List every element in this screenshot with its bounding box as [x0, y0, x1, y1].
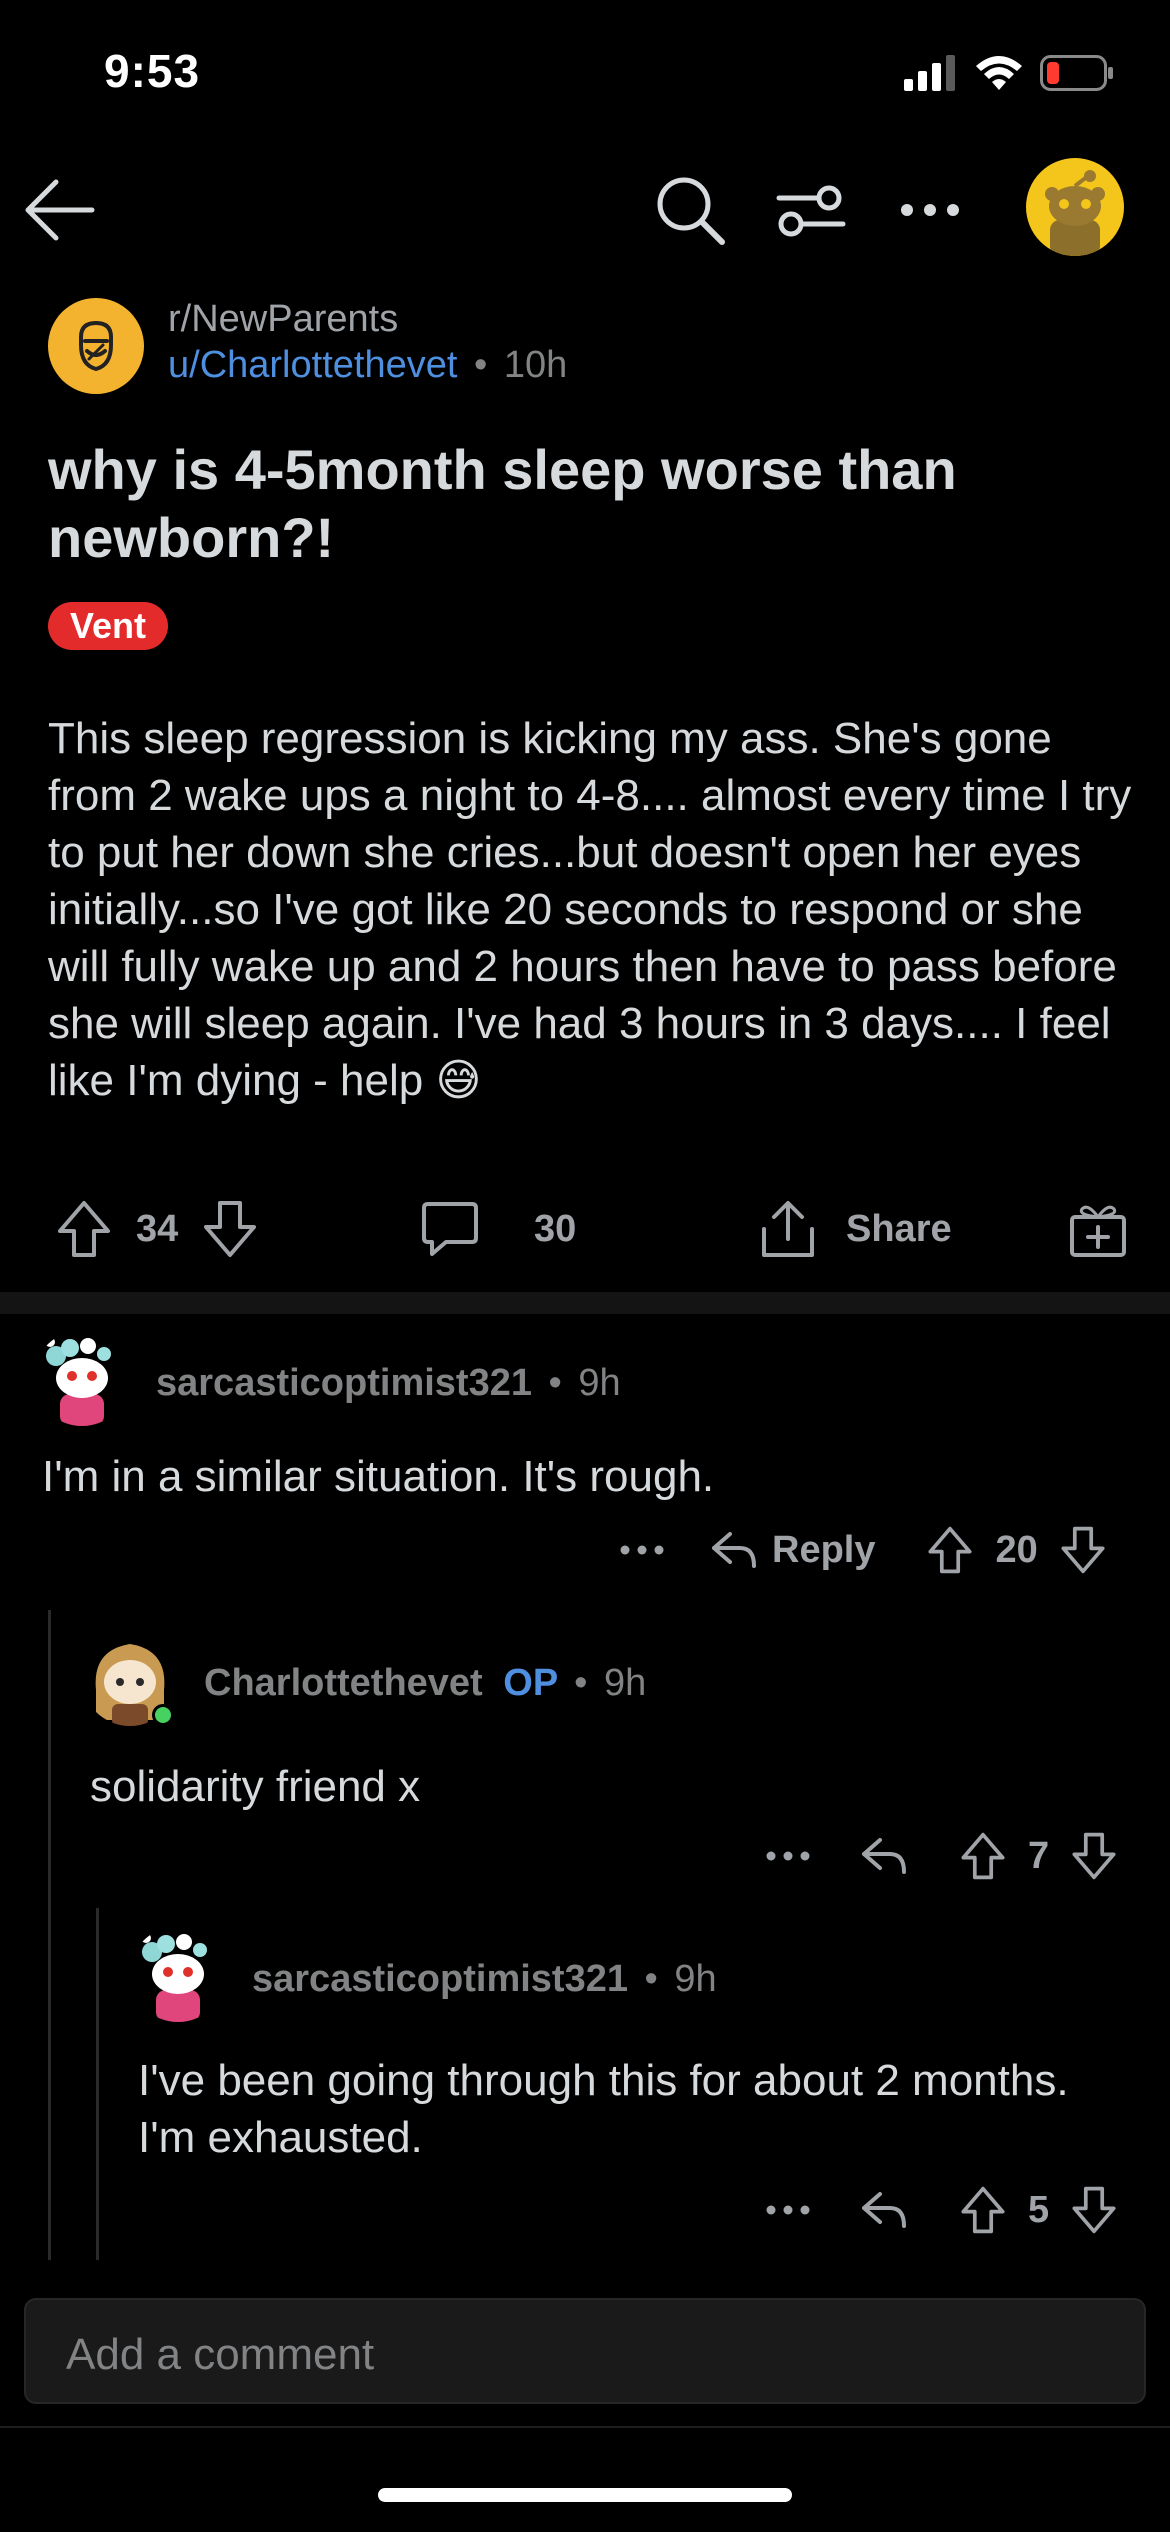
battery-low-icon	[1040, 55, 1113, 91]
status-bar: 9:53	[0, 0, 1170, 150]
comment-item: sarcasticoptimist321 • 9h I've been goin…	[110, 1916, 1170, 2256]
upvote-icon[interactable]	[960, 1831, 1006, 1881]
comment-author[interactable]: sarcasticoptimist321 • 9h	[156, 1362, 621, 1405]
cellular-signal-icon	[904, 55, 955, 91]
comment-age: 9h	[578, 1362, 621, 1404]
downvote-icon[interactable]	[1060, 1525, 1106, 1575]
vote-group: 34	[56, 1194, 258, 1264]
post-author[interactable]: u/Charlottethevet	[168, 344, 457, 386]
post-divider	[0, 1292, 1170, 1314]
comment-actions: 7	[766, 1826, 1117, 1886]
snoo-avatar-icon	[34, 1330, 130, 1426]
status-time: 9:53	[104, 45, 201, 97]
downvote-icon[interactable]	[1071, 2185, 1117, 2235]
status-icons	[904, 54, 1114, 92]
upvote-icon[interactable]	[927, 1525, 973, 1575]
award-button[interactable]	[1068, 1194, 1128, 1264]
post-comment-count: 30	[534, 1207, 577, 1250]
bottom-separator	[0, 2426, 1170, 2428]
post-title: why is 4-5month sleep worse than newborn…	[48, 438, 957, 569]
comment-username[interactable]: sarcasticoptimist321	[252, 1958, 628, 2000]
post-actions: 34 30 Share	[48, 1194, 1138, 1264]
comment-author[interactable]: Charlottethevet OP • 9h	[204, 1662, 646, 1705]
downvote-icon[interactable]	[1071, 1831, 1117, 1881]
post-meta: u/Charlottethevet • 10h	[168, 344, 567, 387]
reply-icon[interactable]	[860, 1836, 908, 1876]
comment-item: Charlottethevet OP • 9h solidarity frien…	[60, 1620, 1170, 1890]
downvote-icon[interactable]	[202, 1199, 258, 1259]
snoo-avatar-icon	[130, 1926, 226, 2022]
award-icon	[1070, 1205, 1126, 1257]
comment-icon	[422, 1202, 478, 1256]
comment-vote-count: 5	[1028, 2188, 1050, 2231]
more-icon[interactable]	[620, 1545, 664, 1555]
more-options-button[interactable]	[894, 174, 966, 246]
online-status-indicator	[152, 1704, 174, 1726]
nav-bar	[0, 150, 1170, 270]
post-age: 10h	[503, 344, 568, 386]
post-header: r/NewParents u/Charlottethevet • 10h	[48, 292, 1128, 402]
comment-item: sarcasticoptimist321 • 9h I'm in a simil…	[0, 1320, 1170, 1580]
comment-age: 9h	[603, 1662, 647, 1704]
meta-separator: •	[644, 1958, 658, 2000]
profile-avatar-icon	[1045, 170, 1105, 256]
subreddit-icon	[79, 320, 113, 372]
thread-line[interactable]	[96, 1908, 99, 2260]
share-label: Share	[846, 1207, 952, 1250]
post-vote-count: 34	[136, 1207, 179, 1250]
back-button[interactable]	[20, 174, 100, 246]
comment-actions: Reply 20	[620, 1520, 1106, 1580]
comment-vote-count: 7	[1028, 1834, 1050, 1877]
comment-input-placeholder: Add a comment	[66, 2330, 375, 2379]
thread-line[interactable]	[48, 1610, 51, 2260]
reply-label: Reply	[772, 1528, 876, 1571]
more-icon	[901, 204, 959, 216]
sort-filter-icon	[776, 185, 846, 237]
meta-separator: •	[574, 1662, 588, 1704]
sort-button[interactable]	[768, 174, 852, 246]
comments-button[interactable]: 30	[420, 1194, 576, 1264]
comment-actions: 5	[766, 2180, 1117, 2240]
post-body-text: This sleep regression is kicking my ass.…	[48, 714, 1132, 1105]
meta-separator: •	[473, 344, 488, 386]
upvote-icon[interactable]	[56, 1199, 112, 1259]
share-button[interactable]: Share	[758, 1194, 952, 1264]
meta-separator: •	[548, 1362, 562, 1404]
avatar[interactable]	[34, 1330, 130, 1426]
reply-icon	[712, 1532, 756, 1568]
comment-text: solidarity friend x	[90, 1762, 421, 1811]
comment-text: I'm in a similar situation. It's rough.	[42, 1452, 715, 1501]
comment-text: I've been going through this for about 2…	[138, 2056, 1069, 2162]
back-arrow-icon	[25, 179, 95, 241]
home-indicator[interactable]	[378, 2488, 792, 2502]
comment-vote-count: 20	[995, 1528, 1038, 1571]
comment-username[interactable]: Charlottethevet	[204, 1662, 483, 1704]
comment-author[interactable]: sarcasticoptimist321 • 9h	[252, 1958, 717, 2001]
more-icon[interactable]	[766, 1851, 810, 1861]
reply-icon[interactable]	[860, 2190, 908, 2230]
subreddit-avatar[interactable]	[48, 298, 144, 394]
post-flair[interactable]: Vent	[48, 602, 169, 650]
avatar[interactable]	[130, 1926, 226, 2022]
comment-age: 9h	[674, 1958, 717, 2000]
post-body: This sleep regression is kicking my ass.…	[48, 710, 1138, 1109]
comment-input[interactable]: Add a comment	[24, 2298, 1146, 2404]
search-button[interactable]	[650, 170, 730, 250]
search-icon	[657, 177, 725, 245]
subreddit-name[interactable]: r/NewParents	[168, 298, 398, 341]
reply-button[interactable]: Reply	[710, 1529, 875, 1572]
op-badge: OP	[503, 1662, 558, 1704]
comment-username[interactable]: sarcasticoptimist321	[156, 1362, 532, 1404]
share-icon	[762, 1201, 814, 1257]
sweat-smile-emoji: 😅	[435, 1056, 482, 1105]
more-icon[interactable]	[766, 2205, 810, 2215]
profile-avatar-button[interactable]	[1026, 158, 1124, 256]
wifi-icon	[976, 56, 1022, 90]
upvote-icon[interactable]	[960, 2185, 1006, 2235]
